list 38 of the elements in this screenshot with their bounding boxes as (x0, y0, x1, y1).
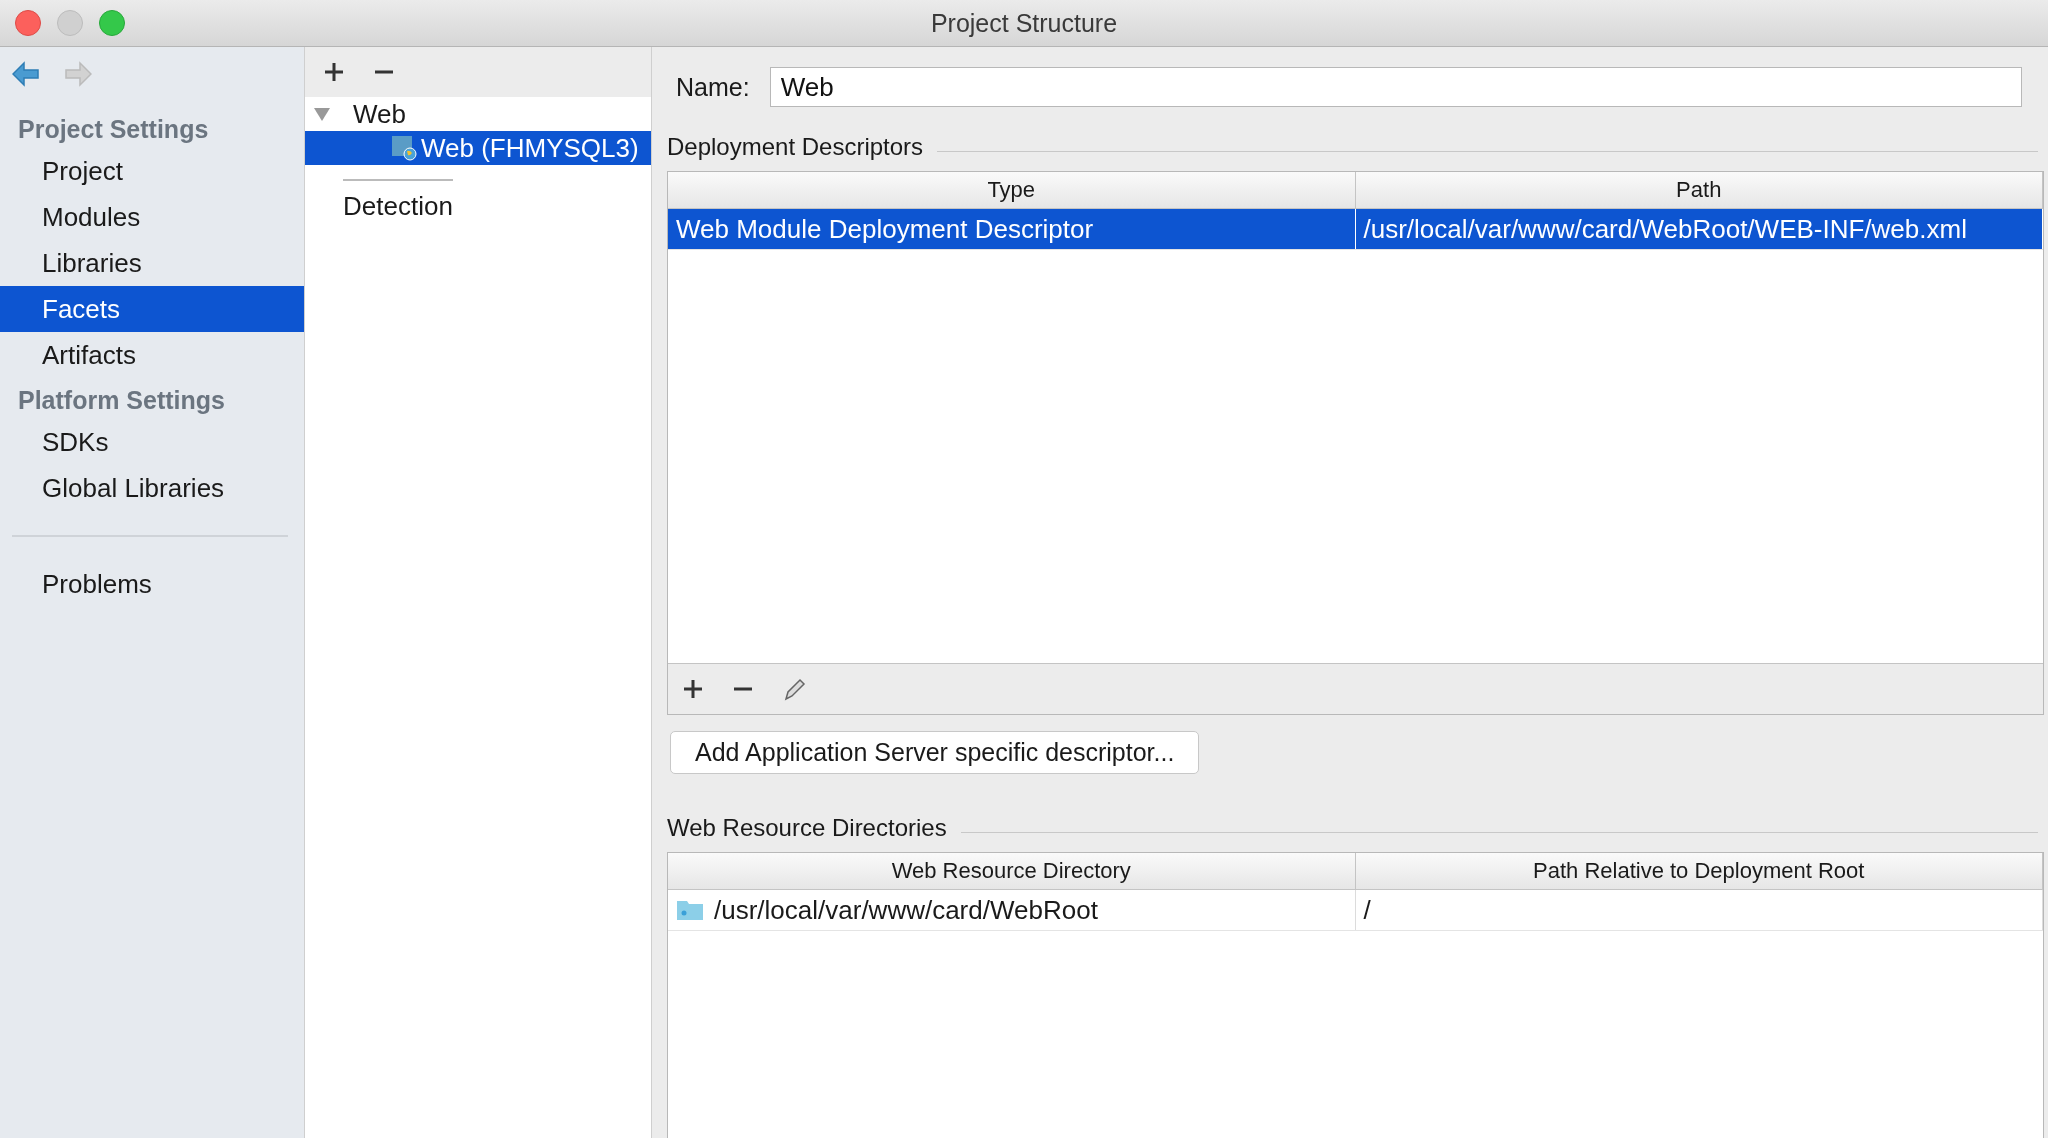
sidebar-item[interactable]: Libraries (0, 240, 304, 286)
tree-label: Web (353, 98, 406, 130)
sidebar-item[interactable]: Problems (0, 561, 304, 607)
pencil-icon[interactable] (782, 677, 806, 701)
column-header[interactable]: Path (1355, 172, 2043, 208)
column-header[interactable]: Web Resource Directory (668, 853, 1356, 889)
sidebar-item[interactable]: Global Libraries (0, 465, 304, 511)
add-icon[interactable] (682, 678, 704, 700)
web-facet-icon (391, 135, 417, 161)
detection-link[interactable]: Detection (343, 179, 453, 222)
add-descriptor-button[interactable]: Add Application Server specific descriptor... (670, 731, 1200, 774)
zoom-button[interactable] (99, 10, 125, 36)
section-heading: Platform Settings (17, 385, 226, 416)
section-title: Web Resource Directories (667, 814, 947, 842)
column-header[interactable]: Type (668, 172, 1356, 208)
tree-label: Web (FHMYSQL3) (421, 132, 639, 164)
back-arrow-icon[interactable] (12, 61, 40, 87)
name-label: Name: (676, 72, 750, 102)
table-cell[interactable]: / (1355, 890, 2043, 930)
sidebar-item[interactable]: SDKs (0, 419, 304, 465)
add-icon[interactable] (323, 61, 345, 83)
name-field[interactable]: Web (769, 67, 2022, 107)
expand-triangle-icon[interactable] (313, 106, 331, 122)
window-title: Project Structure (930, 8, 1118, 38)
sidebar-item[interactable]: Artifacts (0, 332, 304, 378)
table-cell[interactable]: /usr/local/var/www/card/WebRoot/WEB-INF/web.xml (1355, 209, 2043, 249)
tree-item[interactable]: Web (FHMYSQL3) (305, 131, 651, 165)
section-title: Deployment Descriptors (667, 133, 924, 161)
sidebar-item[interactable]: Project (0, 148, 304, 194)
tree-item[interactable]: Web (305, 97, 651, 131)
folder-icon (676, 899, 704, 921)
table-cell[interactable]: /usr/local/var/www/card/WebRoot (714, 894, 1098, 926)
section-heading: Project Settings (17, 114, 210, 145)
column-header[interactable]: Path Relative to Deployment Root (1355, 853, 2043, 889)
sidebar-item[interactable]: Modules (0, 194, 304, 240)
sidebar-item[interactable]: Facets (0, 286, 304, 332)
close-button[interactable] (15, 10, 41, 36)
table-cell[interactable]: Web Module Deployment Descriptor (668, 209, 1356, 249)
